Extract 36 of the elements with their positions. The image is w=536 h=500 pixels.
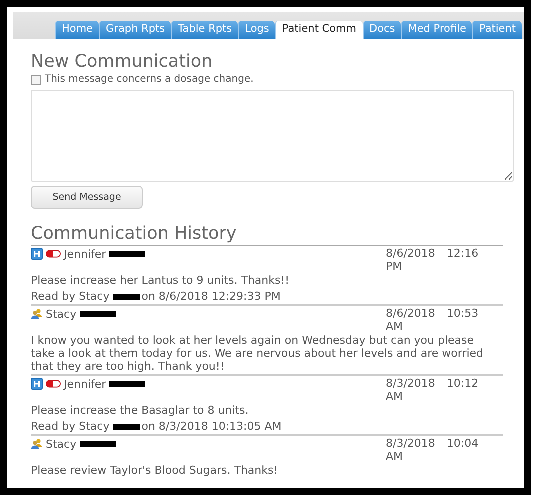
checkbox[interactable] (31, 74, 41, 84)
section-title: Communication History (31, 223, 503, 246)
hospital-icon (31, 378, 43, 390)
people-icon (31, 308, 43, 320)
author-name: Stacy (46, 308, 77, 320)
people-icon (31, 438, 43, 450)
pill-icon (46, 379, 61, 389)
author-name: Jennifer (64, 248, 106, 260)
tab[interactable]: Graph Rpts (99, 21, 172, 39)
message-text: I know you wanted to look at her levels again on Wednesday but can you please take a look at them today for us. We are nervous about her levels and are worried that they are too high. Thank you!! (31, 334, 485, 373)
tab[interactable]: Table Rpts (171, 21, 238, 39)
message-date: 8/3/2018 10:04 AM (386, 437, 480, 463)
message-text: Please review Taylor's Blood Sugars. Thanks! (31, 464, 280, 477)
pill-icon (46, 249, 61, 259)
read-receipt: on 8/3/2018 10:13:05 AM (142, 420, 282, 433)
tab[interactable]: Med Profile (401, 21, 472, 39)
message-date: 8/6/2018 10:53 AM (386, 307, 480, 333)
message-text: Please increase the Basaglar to 8 units. (31, 404, 250, 417)
message-text: Please increase her Lantus to 9 units. Thanks!! (31, 274, 291, 287)
tab[interactable]: Patient Comm (275, 21, 363, 39)
send-button[interactable]: Send Message (31, 186, 143, 209)
tab[interactable]: Patient (472, 21, 522, 39)
message-date: 8/6/2018 12:16 PM (386, 247, 480, 273)
tab[interactable]: Docs (362, 21, 402, 39)
message-date: 8/3/2018 10:12 AM (386, 377, 480, 403)
checkbox-label: This message concerns a dosage change. (45, 74, 254, 85)
read-receipt: Read by Stacy (31, 420, 110, 433)
hospital-icon (31, 248, 43, 260)
author-name: Stacy (46, 438, 77, 450)
author-name: Jennifer (64, 378, 106, 390)
section-title: New Communication (31, 51, 214, 73)
read-receipt: Read by Stacy (31, 290, 110, 303)
tab[interactable]: Home (55, 21, 100, 39)
tab[interactable]: Logs (238, 21, 276, 39)
message-field[interactable] (31, 90, 514, 182)
read-receipt: on 8/6/2018 12:29:33 PM (142, 290, 281, 303)
